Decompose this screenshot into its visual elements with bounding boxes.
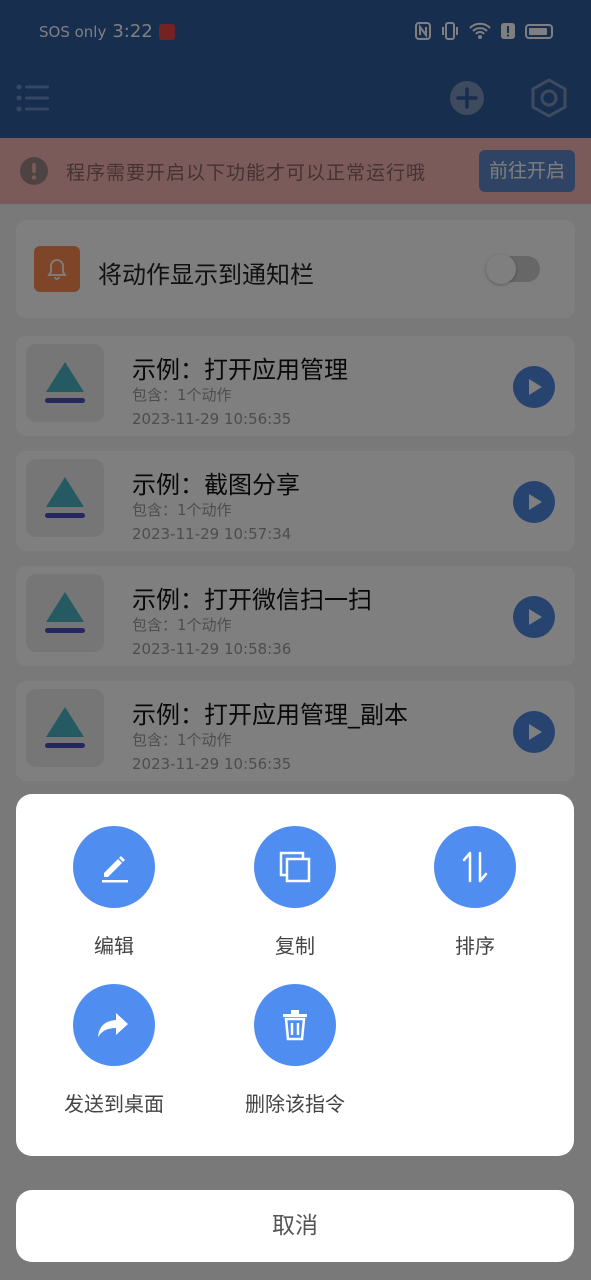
sort-action[interactable]: 排序 [385, 826, 565, 959]
send-to-desktop-action[interactable]: 发送到桌面 [24, 984, 204, 1117]
edit-label: 编辑 [94, 934, 134, 958]
edit-action[interactable]: 编辑 [24, 826, 204, 959]
delete-action[interactable]: 删除该指令 [205, 984, 385, 1117]
share-icon [98, 1013, 128, 1037]
edit-button[interactable] [73, 826, 155, 908]
sort-button[interactable] [434, 826, 516, 908]
delete-label: 删除该指令 [245, 1092, 345, 1116]
sort-icon [462, 851, 488, 883]
delete-button[interactable] [254, 984, 336, 1066]
copy-button[interactable] [254, 826, 336, 908]
trash-icon [283, 1010, 307, 1041]
send-to-desktop-label: 发送到桌面 [64, 1092, 164, 1116]
sort-label: 排序 [455, 934, 495, 958]
edit-icon [102, 856, 128, 883]
action-sheet: 编辑 复制 排序 发送到桌面 删除该指令 [16, 794, 574, 1156]
copy-action[interactable]: 复制 [205, 826, 385, 959]
cancel-button[interactable]: 取消 [16, 1190, 574, 1262]
copy-label: 复制 [275, 934, 315, 958]
copy-icon [279, 851, 311, 883]
send-to-desktop-button[interactable] [73, 984, 155, 1066]
